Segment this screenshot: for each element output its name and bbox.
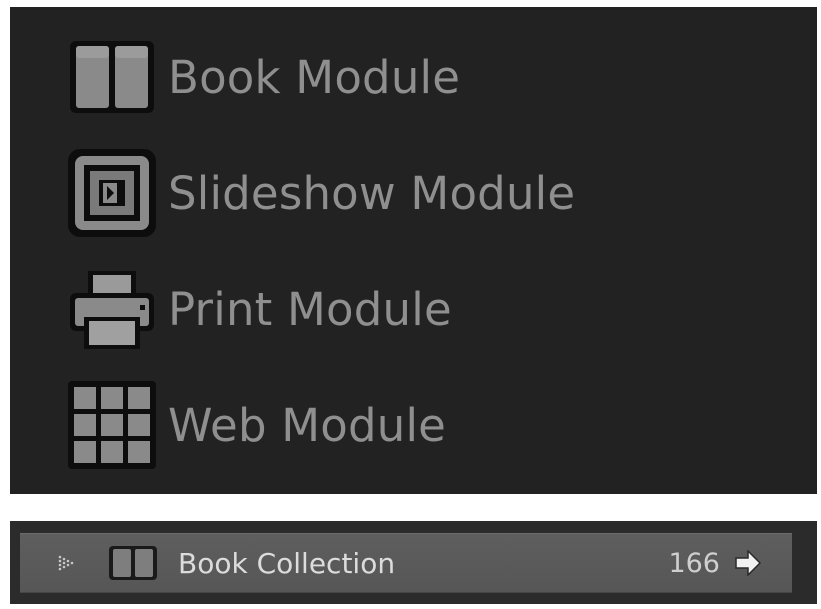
- web-module-label: Web Module: [168, 398, 447, 452]
- book-collection-row[interactable]: Book Collection 166: [20, 533, 792, 593]
- arrow-right-icon[interactable]: [734, 550, 762, 576]
- slideshow-module-label: Slideshow Module: [168, 166, 576, 220]
- book-module-item[interactable]: Book Module: [66, 31, 460, 123]
- slideshow-module-item[interactable]: Slideshow Module: [66, 147, 575, 239]
- collection-count: 166: [668, 547, 720, 579]
- slideshow-icon: [66, 147, 158, 239]
- collections-panel: Book Collection 166: [10, 521, 817, 604]
- web-module-item[interactable]: Web Module: [66, 379, 446, 471]
- collection-name: Book Collection: [178, 546, 396, 580]
- disclosure-triangle-icon[interactable]: [56, 553, 76, 573]
- book-icon: [109, 546, 157, 580]
- book-module-label: Book Module: [168, 50, 461, 104]
- print-module-label: Print Module: [168, 282, 452, 336]
- module-icon-legend: Book Module Slideshow Module Print Modul…: [10, 7, 817, 494]
- print-module-item[interactable]: Print Module: [66, 263, 452, 355]
- book-icon: [66, 31, 158, 123]
- printer-icon: [66, 263, 158, 355]
- web-grid-icon: [66, 379, 158, 471]
